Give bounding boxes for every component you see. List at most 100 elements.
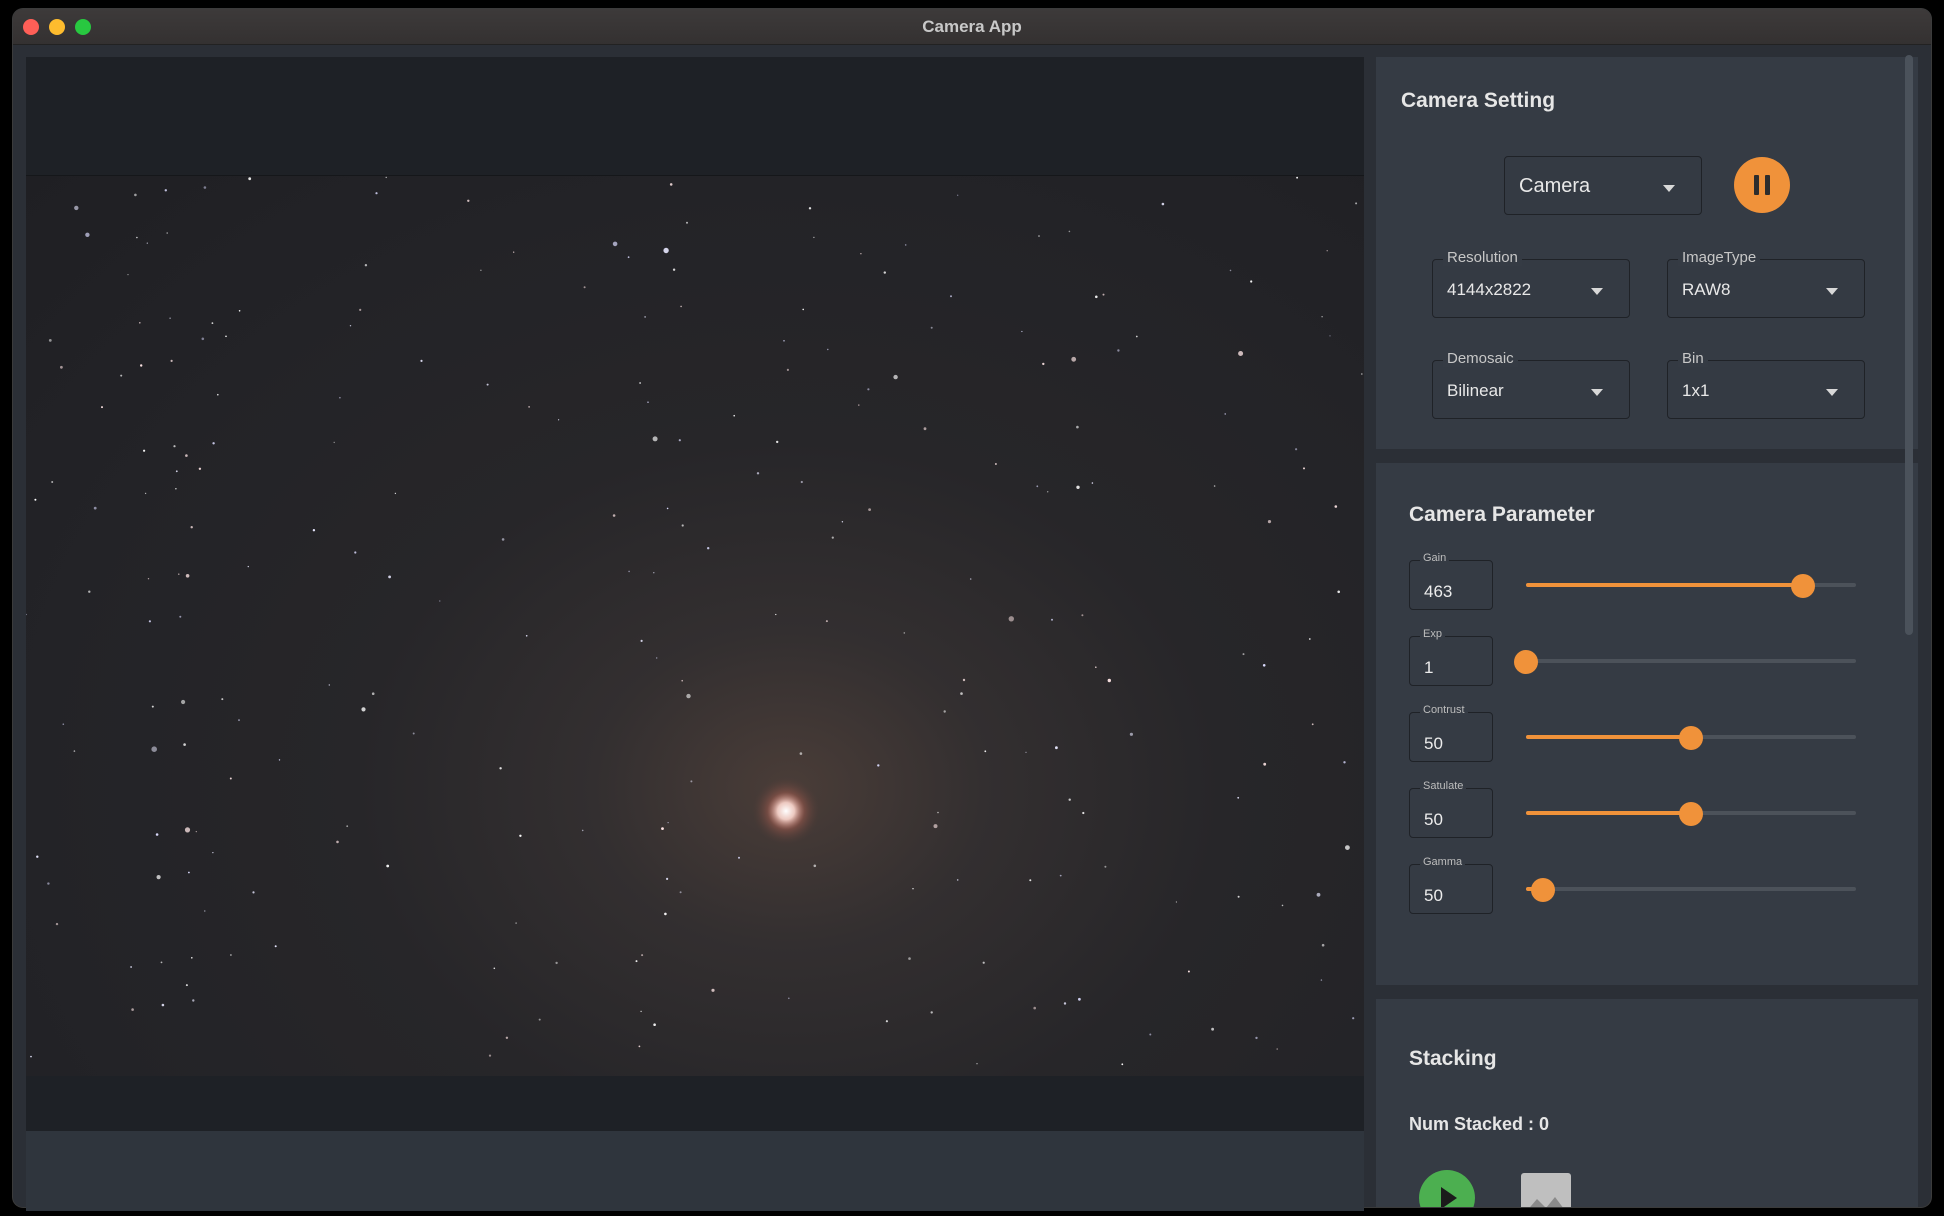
- star: [140, 364, 143, 367]
- pause-button[interactable]: [1734, 157, 1790, 213]
- settings-sidebar[interactable]: Camera Setting Camera Resolution 4144x28…: [1376, 57, 1930, 1207]
- star: [612, 241, 618, 247]
- star: [93, 506, 97, 510]
- slider-thumb[interactable]: [1679, 726, 1703, 750]
- star: [908, 957, 911, 960]
- star: [1055, 746, 1058, 750]
- stacking-panel: Stacking Num Stacked : 0: [1376, 999, 1918, 1207]
- star: [1038, 235, 1040, 237]
- star: [1250, 280, 1253, 283]
- demosaic-select[interactable]: Demosaic Bilinear: [1432, 350, 1630, 419]
- star: [505, 1036, 509, 1039]
- star: [1334, 505, 1338, 508]
- star: [640, 639, 643, 642]
- resolution-select[interactable]: Resolution 4144x2822: [1432, 249, 1630, 318]
- star: [1316, 892, 1321, 897]
- star: [1095, 295, 1098, 299]
- star: [1121, 1063, 1124, 1066]
- star: [1059, 874, 1062, 877]
- star: [55, 922, 59, 926]
- star: [923, 427, 927, 431]
- camera-parameter-title: Camera Parameter: [1409, 503, 1595, 526]
- star: [1081, 614, 1084, 617]
- star: [385, 176, 387, 179]
- param-input-gamma[interactable]: Gamma 50: [1409, 856, 1493, 914]
- star: [203, 186, 207, 189]
- star: [439, 600, 441, 602]
- param-input-satulate[interactable]: Satulate 50: [1409, 780, 1493, 838]
- image-type-select[interactable]: ImageType RAW8: [1667, 249, 1865, 318]
- slider-gamma[interactable]: [1526, 878, 1856, 902]
- star: [1242, 653, 1245, 656]
- star: [1321, 943, 1325, 947]
- star: [647, 401, 649, 403]
- star: [1238, 351, 1244, 356]
- start-stacking-button[interactable]: [1419, 1170, 1475, 1207]
- slider-thumb[interactable]: [1679, 802, 1703, 826]
- star: [185, 574, 190, 578]
- slider-exp[interactable]: [1514, 650, 1856, 674]
- star: [635, 960, 638, 963]
- star: [513, 251, 515, 253]
- star: [499, 767, 502, 770]
- star: [519, 834, 522, 837]
- star: [666, 877, 669, 881]
- window-title: Camera App: [922, 17, 1022, 36]
- star: [1360, 373, 1363, 375]
- star: [1352, 1017, 1355, 1020]
- slider-thumb[interactable]: [1791, 574, 1816, 598]
- slider-contrust[interactable]: [1526, 726, 1856, 750]
- bin-select[interactable]: Bin 1x1: [1667, 350, 1865, 419]
- star: [707, 547, 710, 550]
- star: [221, 698, 224, 701]
- star: [1036, 485, 1039, 488]
- camera-select[interactable]: Camera: [1504, 156, 1702, 215]
- star: [1343, 761, 1346, 764]
- star: [1107, 678, 1112, 683]
- star: [278, 759, 281, 761]
- star: [1047, 491, 1049, 493]
- star: [904, 244, 907, 246]
- slider-thumb[interactable]: [1514, 650, 1538, 674]
- star: [841, 521, 844, 523]
- image-icon: [1530, 1197, 1563, 1207]
- slider-thumb[interactable]: [1530, 878, 1555, 902]
- star: [127, 274, 129, 276]
- star: [120, 374, 123, 377]
- star: [1102, 293, 1105, 296]
- star: [667, 822, 669, 824]
- star: [1295, 448, 1298, 451]
- slider-track[interactable]: [1526, 887, 1856, 891]
- star: [179, 615, 182, 618]
- slider-gain[interactable]: [1526, 574, 1856, 598]
- star: [73, 750, 76, 752]
- slider-track[interactable]: [1526, 659, 1856, 663]
- star: [1095, 666, 1097, 668]
- param-input-contrust[interactable]: Contrust 50: [1409, 704, 1493, 762]
- star: [386, 864, 390, 868]
- star: [212, 442, 215, 445]
- star: [994, 463, 997, 465]
- star: [612, 514, 616, 517]
- star: [1161, 202, 1165, 206]
- star: [364, 264, 368, 267]
- param-input-exp[interactable]: Exp 1: [1409, 628, 1493, 686]
- star: [1321, 316, 1323, 318]
- star: [525, 635, 528, 637]
- star: [333, 441, 335, 444]
- star: [1308, 638, 1311, 640]
- star: [1329, 335, 1331, 337]
- star: [101, 406, 103, 409]
- star: [48, 339, 52, 342]
- star-image: [25, 176, 1364, 1076]
- star: [813, 236, 815, 239]
- viewer-status-bar: [26, 1131, 1364, 1211]
- slider-satulate[interactable]: [1526, 802, 1856, 826]
- star: [354, 551, 357, 554]
- star: [788, 997, 790, 1000]
- star: [1078, 997, 1081, 1001]
- settings-scrollbar[interactable]: [1905, 55, 1913, 635]
- param-input-gain[interactable]: Gain 463: [1409, 552, 1493, 610]
- star: [1281, 904, 1284, 907]
- image-button[interactable]: [1521, 1173, 1571, 1207]
